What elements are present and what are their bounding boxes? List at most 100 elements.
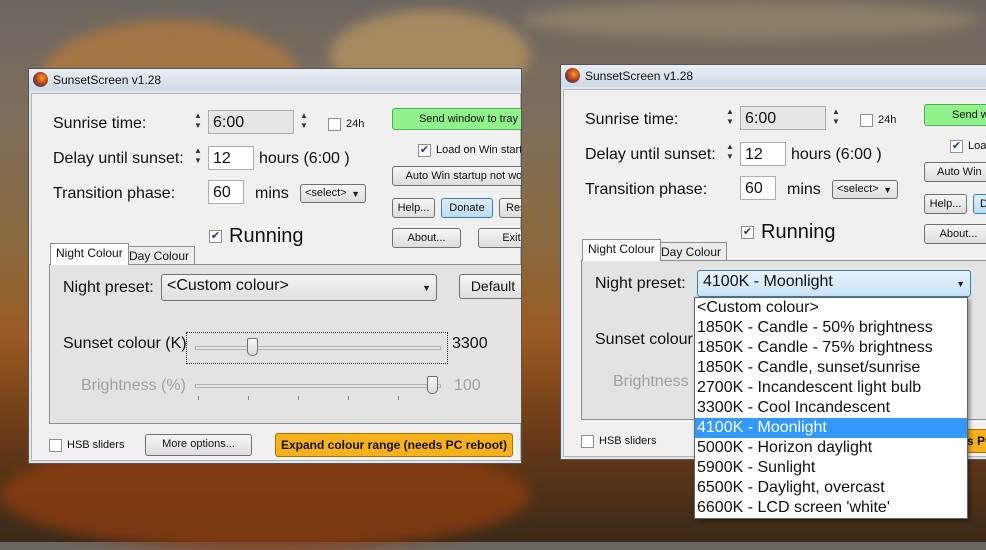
- sunsetscreen-window-left: SunsetScreen v1.28 Sunrise time: ▲ ▼ 6:00…: [28, 68, 522, 464]
- sunset-app-icon: [565, 68, 580, 83]
- load-on-startup-label: Loa: [968, 140, 986, 152]
- delay-spinner[interactable]: ▲ ▼: [725, 142, 735, 162]
- sunrise-label: Sunrise time:: [53, 115, 147, 132]
- night-preset-option[interactable]: 1850K - Candle - 75% brightness: [695, 338, 967, 358]
- delay-unit-label: hours (6:00 ): [259, 150, 350, 167]
- night-preset-option[interactable]: 2700K - Incandescent light bulb: [695, 378, 967, 398]
- dropdown-arrow-icon: ▼: [956, 278, 965, 289]
- default-button[interactable]: Default: [459, 274, 521, 299]
- brightness-thumb[interactable]: [427, 376, 438, 394]
- 24h-checkbox[interactable]: [860, 114, 873, 127]
- window-client: Sunrise time: ▲ ▼ 6:00 ▲ ▼ 24h Delay until…: [31, 93, 521, 461]
- delay-hours-field[interactable]: 12: [208, 146, 254, 170]
- expand-colour-range-button[interactable]: Expand colour range (needs PC reboot): [275, 433, 513, 457]
- night-preset-option[interactable]: 6500K - Daylight, overcast: [695, 478, 967, 498]
- slider-tick: [398, 396, 399, 400]
- about-button[interactable]: About...: [924, 224, 986, 244]
- dropdown-arrow-icon: ▼: [883, 184, 892, 195]
- tab-day-colour[interactable]: Day Colour: [123, 246, 196, 265]
- night-preset-label: Night preset:: [595, 275, 686, 292]
- brightness-label: Brightness (: [613, 373, 699, 390]
- tab-night-colour[interactable]: Night Colour: [582, 239, 661, 261]
- hsb-sliders-checkbox[interactable]: [49, 439, 62, 452]
- title-bar[interactable]: SunsetScreen v1.28: [561, 65, 986, 87]
- night-preset-label: Night preset:: [63, 279, 154, 296]
- delay-spinner[interactable]: ▲ ▼: [193, 146, 203, 166]
- sunrise-label: Sunrise time:: [585, 111, 679, 128]
- hsb-sliders-label: HSB sliders: [599, 435, 657, 447]
- window-title: SunsetScreen v1.28: [585, 69, 694, 83]
- night-preset-option[interactable]: 4100K - Moonlight: [695, 418, 967, 438]
- transition-select[interactable]: <select> ▼: [832, 180, 898, 199]
- brightness-track[interactable]: [195, 384, 441, 388]
- sunrise-minute-spinner[interactable]: ▲ ▼: [299, 111, 309, 131]
- transition-label: Transition phase:: [585, 181, 708, 198]
- sunset-app-icon: [33, 72, 48, 87]
- dropdown-arrow-icon: ▼: [422, 282, 431, 293]
- brightness-label: Brightness (%): [81, 377, 186, 394]
- donate-button[interactable]: Donate: [441, 198, 493, 218]
- background-tree: [520, 0, 980, 40]
- night-preset-option[interactable]: 6600K - LCD screen 'white': [695, 498, 967, 518]
- sunrise-time-field[interactable]: 6:00: [740, 106, 826, 130]
- 24h-label: 24h: [346, 118, 365, 130]
- night-preset-value: 4100K - Moonlight: [703, 273, 833, 290]
- 24h-checkbox[interactable]: [328, 118, 341, 131]
- transition-mins-field[interactable]: 60: [208, 180, 244, 204]
- tab-day-colour[interactable]: Day Colour: [655, 242, 728, 261]
- donate-button[interactable]: D: [973, 194, 986, 214]
- slider-tick: [198, 396, 199, 400]
- delay-unit-label: hours (6:00 ): [791, 146, 882, 163]
- sunset-colour-track[interactable]: [195, 346, 441, 350]
- load-on-startup-checkbox[interactable]: ✔: [950, 140, 963, 153]
- transition-unit-label: mins: [255, 185, 289, 202]
- sunrise-hour-spinner[interactable]: ▲ ▼: [193, 111, 203, 131]
- running-checkbox[interactable]: ✔: [209, 230, 222, 243]
- night-preset-option[interactable]: <Custom colour>: [695, 298, 967, 318]
- running-checkbox[interactable]: ✔: [741, 226, 754, 239]
- tab-night-colour[interactable]: Night Colour: [50, 243, 129, 265]
- auto-startup-button[interactable]: Auto Win: [924, 162, 986, 182]
- window-title: SunsetScreen v1.28: [53, 73, 162, 87]
- slider-tick: [298, 396, 299, 400]
- sunset-colour-label: Sunset colour (K): [63, 335, 187, 352]
- 24h-label: 24h: [878, 114, 897, 126]
- transition-mins-field[interactable]: 60: [740, 176, 776, 200]
- night-preset-select[interactable]: 4100K - Moonlight ▼: [697, 270, 971, 297]
- load-on-startup-label: Load on Win startu: [436, 144, 522, 156]
- night-preset-option[interactable]: 3300K - Cool Incandescent: [695, 398, 967, 418]
- running-label: Running: [229, 225, 304, 247]
- help-button[interactable]: Help...: [392, 198, 435, 218]
- help-button[interactable]: Help...: [924, 194, 967, 214]
- sunset-colour-value: 3300: [452, 335, 488, 352]
- about-button[interactable]: About...: [392, 228, 461, 248]
- dropdown-arrow-icon: ▼: [351, 188, 360, 199]
- night-colour-panel: Night preset: <Custom colour> ▼ Default …: [49, 264, 521, 424]
- sunrise-minute-spinner[interactable]: ▲ ▼: [831, 107, 841, 127]
- exit-button[interactable]: Exit: [478, 228, 521, 248]
- delay-hours-field[interactable]: 12: [740, 142, 786, 166]
- send-to-tray-button[interactable]: Send w: [924, 104, 986, 126]
- running-label: Running: [761, 221, 836, 243]
- sunset-colour-thumb[interactable]: [247, 338, 258, 356]
- transition-select-value: <select>: [305, 187, 347, 199]
- reset-button[interactable]: Res: [499, 198, 521, 218]
- transition-select[interactable]: <select> ▼: [300, 184, 366, 203]
- night-preset-option[interactable]: 1850K - Candle - 50% brightness: [695, 318, 967, 338]
- more-options-button[interactable]: More options...: [145, 434, 252, 456]
- night-preset-option[interactable]: 1850K - Candle, sunset/sunrise: [695, 358, 967, 378]
- night-preset-dropdown-list: <Custom colour> 1850K - Candle - 50% brig…: [694, 297, 968, 519]
- sunrise-hour-spinner[interactable]: ▲ ▼: [725, 107, 735, 127]
- auto-startup-button[interactable]: Auto Win startup not work: [392, 166, 521, 186]
- sunrise-time-field[interactable]: 6:00: [208, 110, 294, 134]
- load-on-startup-checkbox[interactable]: ✔: [418, 144, 431, 157]
- title-bar[interactable]: SunsetScreen v1.28: [29, 69, 521, 91]
- transition-unit-label: mins: [787, 181, 821, 198]
- night-preset-select[interactable]: <Custom colour> ▼: [161, 274, 437, 301]
- sunset-colour-label: Sunset colour: [595, 331, 693, 348]
- night-preset-option[interactable]: 5900K - Sunlight: [695, 458, 967, 478]
- slider-tick: [348, 396, 349, 400]
- night-preset-option[interactable]: 5000K - Horizon daylight: [695, 438, 967, 458]
- hsb-sliders-checkbox[interactable]: [581, 435, 594, 448]
- send-to-tray-button[interactable]: Send window to tray: [392, 108, 521, 130]
